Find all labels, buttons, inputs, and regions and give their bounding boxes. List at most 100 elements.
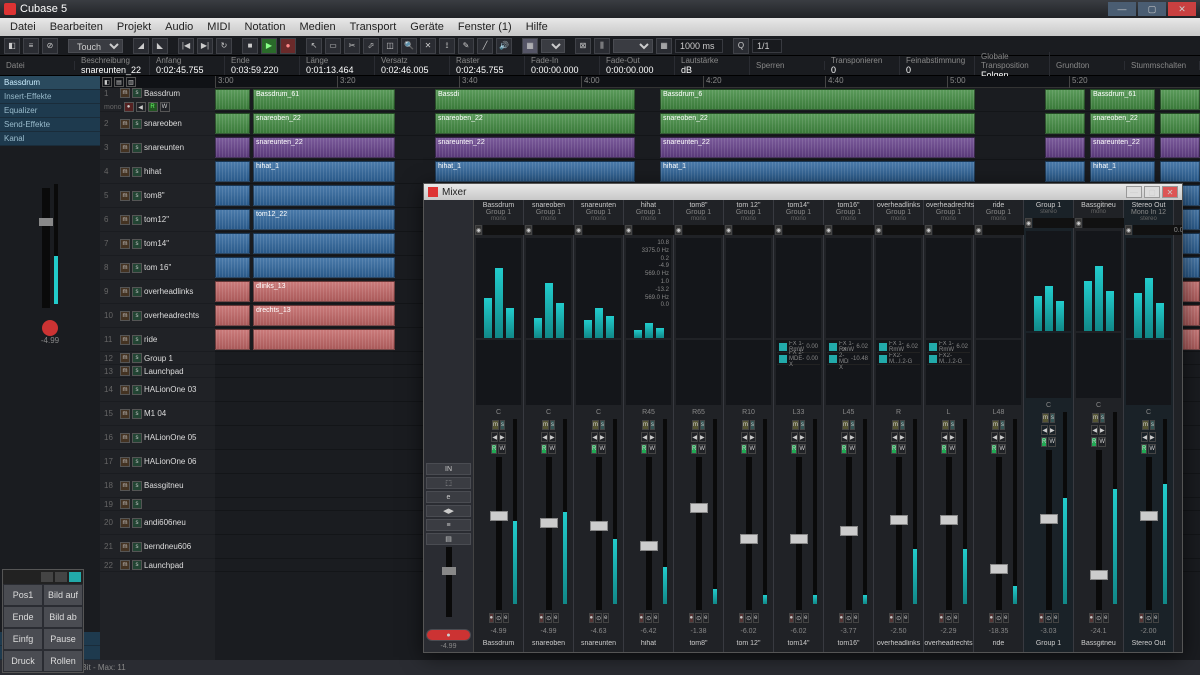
overlay-key[interactable]: Pos1 — [3, 584, 43, 606]
strip-name[interactable]: Stereo Out — [1124, 640, 1173, 652]
pan-value[interactable]: L — [947, 409, 951, 419]
audio-clip[interactable]: snareoben_22 — [660, 113, 975, 134]
track-header[interactable]: 5mstom8" — [100, 184, 215, 208]
pan-value[interactable]: C — [1096, 402, 1101, 412]
audio-clip[interactable] — [253, 257, 395, 278]
solo-button[interactable]: s — [700, 420, 705, 430]
overlay-key[interactable]: Bild ab — [43, 606, 83, 628]
track-header[interactable]: 13msLaunchpad — [100, 365, 215, 378]
track-header[interactable]: 20msandi606neu — [100, 511, 215, 535]
record-enable[interactable]: ● — [839, 613, 845, 623]
audio-clip[interactable]: Bassdrum_6 — [660, 89, 975, 110]
info-col[interactable]: Anfang0:02:45.755 — [150, 56, 225, 75]
fader[interactable] — [546, 457, 552, 610]
pan-value[interactable]: C — [496, 409, 501, 419]
tool-range[interactable]: ▭ — [325, 38, 341, 54]
solo-button[interactable]: s — [1100, 413, 1105, 423]
menu-transport[interactable]: Transport — [344, 21, 403, 33]
grid-value[interactable] — [675, 39, 723, 53]
solo-button[interactable]: s — [600, 420, 605, 430]
pan-value[interactable]: L45 — [843, 409, 855, 419]
track-header[interactable]: 6mstom12" — [100, 208, 215, 232]
tool-line[interactable]: ╱ — [477, 38, 493, 54]
record-enable[interactable]: ● — [1089, 613, 1095, 623]
track-lane[interactable]: hihat_1hihat_1hihat_1hihat_1 — [215, 160, 1200, 184]
strip-sends[interactable] — [726, 340, 771, 405]
solo-button[interactable]: s — [900, 420, 905, 430]
mixer-titlebar[interactable]: Mixer — ▢ ✕ — [424, 184, 1182, 200]
constrain-icon[interactable]: ⊘ — [42, 38, 58, 54]
tool-zoom[interactable]: 🔍 — [401, 38, 417, 54]
overlay-key[interactable]: Einfg — [3, 628, 43, 650]
mixer-minimize[interactable]: — — [1126, 186, 1142, 198]
audio-clip[interactable] — [1160, 113, 1200, 134]
strip-name[interactable]: snareoben — [524, 640, 573, 652]
audio-clip[interactable] — [1045, 89, 1085, 110]
tool-erase[interactable]: ◫ — [382, 38, 398, 54]
audio-clip[interactable] — [215, 185, 250, 206]
mute-button[interactable]: m — [1042, 413, 1049, 423]
transport-stop[interactable]: ■ — [242, 38, 258, 54]
info-col[interactable]: Grundton — [1050, 61, 1125, 70]
fader[interactable] — [646, 457, 652, 610]
grid-icon[interactable]: ▦ — [656, 38, 672, 54]
pan-value[interactable]: R65 — [692, 409, 705, 419]
solo-button[interactable]: s — [550, 420, 555, 430]
record-enable[interactable]: ● — [539, 613, 545, 623]
snap-type[interactable]: ⫼ — [594, 38, 610, 54]
track-header[interactable]: 1msBassdrummono●◀RW — [100, 88, 215, 112]
track-header[interactable]: 10msoverheadrechts — [100, 304, 215, 328]
snap-mode[interactable] — [613, 39, 653, 53]
info-col[interactable]: LautstärkedB — [675, 56, 750, 75]
track-list-btn[interactable]: ▥ — [126, 77, 136, 87]
menu-datei[interactable]: Datei — [4, 21, 42, 33]
strip-name[interactable]: ride — [974, 640, 1023, 652]
quantize-icon[interactable]: Q — [733, 38, 749, 54]
tool-play[interactable]: 🔊 — [496, 38, 512, 54]
menu-audio[interactable]: Audio — [159, 21, 199, 33]
fader[interactable] — [896, 457, 902, 610]
transport-end[interactable]: ▶| — [197, 38, 213, 54]
strip-eq[interactable] — [1076, 231, 1121, 331]
mixer-side-btn[interactable]: ⬚ — [426, 477, 471, 489]
audio-clip[interactable] — [215, 113, 250, 134]
strip-eq[interactable] — [576, 238, 621, 338]
audio-clip[interactable]: Bassdi — [435, 89, 635, 110]
overlay-key[interactable]: Druck — [3, 650, 43, 672]
timeline-ruler[interactable]: 3:003:203:404:004:204:405:005:20 — [215, 76, 1200, 88]
mute-button[interactable]: m — [642, 420, 649, 430]
track-header[interactable]: 14msHALionOne 03 — [100, 378, 215, 402]
fader[interactable] — [1046, 450, 1052, 610]
mute-button[interactable]: m — [942, 420, 949, 430]
tool-btn[interactable]: ◣ — [152, 38, 168, 54]
track-header[interactable]: 8mstom 16" — [100, 256, 215, 280]
inspector-section[interactable]: Send-Effekte — [0, 118, 100, 132]
menu-hilfe[interactable]: Hilfe — [520, 21, 554, 33]
strip-sends[interactable] — [576, 340, 621, 405]
record-enable[interactable]: ● — [589, 613, 595, 623]
window-maximize[interactable]: ▢ — [1138, 2, 1166, 16]
fader[interactable] — [846, 457, 852, 610]
transport-play[interactable]: ▶ — [261, 38, 277, 54]
overlay-key[interactable]: Rollen — [43, 650, 83, 672]
audio-clip[interactable] — [1045, 137, 1085, 158]
track-list-btn[interactable]: ▤ — [114, 77, 124, 87]
strip-name[interactable]: tom14" — [774, 640, 823, 652]
overlay-min[interactable] — [41, 572, 53, 582]
audio-clip[interactable] — [215, 209, 250, 230]
overlay-max[interactable] — [55, 572, 67, 582]
track-header[interactable]: 9msoverheadlinks — [100, 280, 215, 304]
window-minimize[interactable]: — — [1108, 2, 1136, 16]
info-col[interactable]: Länge0:01:13.464 — [300, 56, 375, 75]
audio-clip[interactable]: dlinks_13 — [253, 281, 395, 302]
audio-clip[interactable] — [1160, 137, 1200, 158]
mixer-side-btn[interactable]: e — [426, 491, 471, 503]
track-list-btn[interactable]: ◧ — [102, 77, 112, 87]
track-header[interactable]: 17msHALionOne 06 — [100, 450, 215, 474]
audio-clip[interactable]: hihat_1 — [1090, 161, 1155, 182]
track-header[interactable]: 12msGroup 1 — [100, 352, 215, 365]
fader[interactable] — [596, 457, 602, 610]
audio-clip[interactable]: hihat_1 — [435, 161, 635, 182]
strip-sends[interactable]: FX 1-RmWks6.02FX2-M...I.2-G — [926, 340, 971, 405]
inspector-fader[interactable] — [42, 188, 50, 308]
